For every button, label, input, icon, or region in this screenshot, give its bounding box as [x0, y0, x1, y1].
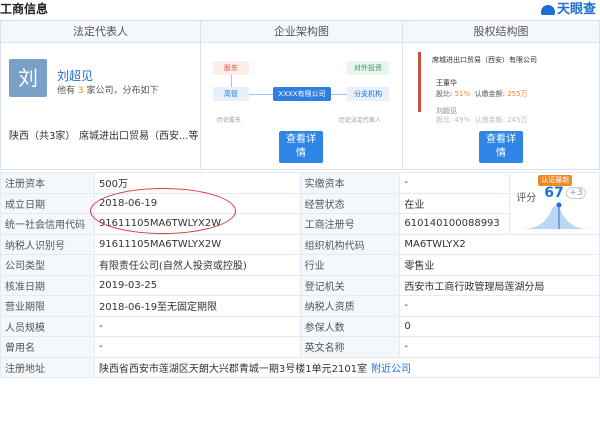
label-cell: 统一社会信用代码 [0, 213, 95, 235]
related-company[interactable]: 席城进出口贸易（西安...等 [79, 127, 199, 142]
address-value: 陕西省西安市莲湖区天朗大兴郡青城一期3号楼1单元2101室 [98, 363, 368, 375]
table-row: 曾用名 - 英文名称 - [0, 336, 600, 358]
score-distribution-chart [516, 202, 595, 229]
org-chart-heading: 企业架构图 [201, 21, 402, 43]
org-connector [331, 94, 347, 95]
avatar[interactable]: 刘 [9, 59, 47, 97]
label-cell: 实缴资本 [299, 172, 401, 194]
equity-company-name[interactable]: 席城进出口贸易（西安）有限公司 [432, 55, 537, 65]
summary-prefix: 他有 [57, 86, 76, 96]
table-row: 核准日期 2019-03-25 登记机关 西安市工商行政管理局莲湖分局 [0, 274, 600, 296]
value-cell: 在业 [399, 192, 511, 214]
highlight-circle [90, 188, 236, 234]
ratio-value: 51% [454, 90, 471, 98]
section-title: 工商信息 [0, 2, 49, 16]
equity-detail-label-1: 查看详 [486, 134, 516, 145]
label-cell: 组织机构代码 [299, 233, 401, 255]
table-row: 注册资本 500万 实缴资本 - 认证最新 评分 67 +3 [0, 172, 600, 235]
label-cell: 纳税人识别号 [0, 233, 95, 255]
brand-logo[interactable]: 天眼查 [540, 0, 596, 17]
label-cell: 英文名称 [299, 336, 401, 358]
label-cell: 注册资本 [0, 172, 95, 194]
executive-node: 高管 [213, 87, 249, 101]
label-cell: 公司类型 [0, 254, 95, 276]
ratio-value: 49% [454, 116, 471, 124]
score-point [556, 202, 562, 208]
label-cell: 工商注册号 [299, 213, 401, 235]
org-connector [231, 75, 232, 87]
label-cell: 参保人数 [299, 315, 401, 337]
company-node: XXXX有限公司 [273, 87, 331, 101]
legal-rep-panel: 法定代表人 刘 刘超见 他有 3 家公司，分布如下 陕西（共3家） 席城进出口贸… [1, 21, 201, 169]
shareholder-node: 股东 [213, 61, 249, 75]
value-cell: - [399, 295, 600, 317]
org-detail-button[interactable]: 查看详情 [279, 131, 323, 163]
label-cell: 核准日期 [0, 274, 95, 296]
region-count[interactable]: 陕西（共3家） [9, 127, 75, 142]
investment-node: 对外投资 [347, 61, 389, 75]
table-row: 纳税人识别号 91611105MA6TWLYX2W 组织机构代码 MA6TWLY… [0, 233, 600, 255]
branch-node: 分支机构 [347, 87, 389, 101]
value-cell: 有限责任公司(自然人投资或控股) [93, 254, 301, 276]
value-cell: 2018-06-19至无固定期限 [93, 295, 301, 317]
score-widget[interactable]: 认证最新 评分 67 +3 [511, 173, 599, 233]
value-cell: 2019-03-25 [93, 274, 301, 296]
table-row: 公司类型 有限责任公司(自然人投资或控股) 行业 零售业 [0, 254, 600, 276]
company-count[interactable]: 3 [78, 86, 84, 96]
value-cell: - [399, 336, 600, 358]
value-cell: - [93, 336, 301, 358]
equity-detail-label-2: 情 [496, 148, 506, 159]
org-chart-panel: 企业架构图 股东 高管 XXXX有限公司 对外投资 分支机构 历史股东 历史法定… [201, 21, 403, 169]
legal-rep-heading: 法定代表人 [1, 21, 200, 43]
nearby-companies-link[interactable]: 附近公司 [371, 364, 411, 375]
label-cell: 成立日期 [0, 192, 95, 214]
label-cell: 营业期限 [0, 295, 95, 317]
ratio-label: 股比: [436, 90, 453, 98]
value-cell: 91611105MA6TWLYX2W [93, 233, 301, 255]
label-cell: 登记机关 [299, 274, 401, 296]
label-cell: 曾用名 [0, 336, 95, 358]
address-cell: 陕西省西安市莲湖区天朗大兴郡青城一期3号楼1单元2101室 附近公司 [93, 356, 600, 378]
table-row: 注册地址 陕西省西安市莲湖区天朗大兴郡青城一期3号楼1单元2101室 附近公司 [0, 356, 600, 378]
value-cell: MA6TWLYX2 [399, 233, 600, 255]
equity-holder-2-stats: 股比: 49% 认缴金额: 245万 [436, 115, 528, 125]
amount-label: 认缴金额: [474, 90, 505, 98]
top-bar: 工商信息 天眼查 [0, 0, 600, 18]
label-cell: 人员规模 [0, 315, 95, 337]
score-plus-badge: +3 [566, 187, 586, 199]
value-cell: 0 [399, 315, 600, 337]
label-cell: 行业 [299, 254, 401, 276]
amount-value: 245万 [507, 116, 528, 124]
brand-name: 天眼查 [556, 2, 596, 17]
business-info-table: 注册资本 500万 实缴资本 - 认证最新 评分 67 +3 成立日期 2018… [0, 172, 600, 378]
history-shareholder-label: 历史股东 [217, 117, 242, 124]
value-cell: - [93, 315, 301, 337]
history-rep-label: 历史法定代表人 [339, 117, 382, 124]
equity-heading: 股权结构图 [403, 21, 599, 43]
equity-holder-1-stats: 股比: 51% 认缴金额: 255万 [436, 89, 528, 99]
org-detail-label-2: 情 [296, 148, 306, 159]
table-row: 人员规模 - 参保人数 0 [0, 315, 600, 337]
amount-value: 255万 [507, 90, 528, 98]
amount-label: 认缴金额: [474, 116, 505, 124]
label-cell: 纳税人资质 [299, 295, 401, 317]
score-curve [516, 205, 595, 229]
org-detail-label-1: 查看详 [286, 134, 316, 145]
label-cell: 经营状态 [299, 192, 401, 214]
org-connector [249, 94, 273, 95]
value-cell: 西安市工商行政管理局莲湖分局 [399, 274, 600, 296]
equity-detail-button[interactable]: 查看详情 [479, 131, 523, 163]
eye-logo-icon [540, 4, 555, 15]
legal-rep-name-link[interactable]: 刘超见 [57, 67, 93, 84]
ratio-label: 股比: [436, 116, 453, 124]
legal-rep-summary: 他有 3 家公司，分布如下 [57, 83, 159, 96]
value-cell: 零售业 [399, 254, 600, 276]
value-cell: 610140100088993 [399, 213, 511, 235]
value-cell: - [399, 172, 511, 194]
table-row: 营业期限 2018-06-19至无固定期限 纳税人资质 - [0, 295, 600, 317]
score-cell[interactable]: 认证最新 评分 67 +3 [509, 172, 600, 235]
label-cell: 注册地址 [0, 356, 95, 378]
equity-holder-1[interactable]: 王董华 [436, 78, 457, 88]
summary-suffix: 家公司，分布如下 [86, 86, 159, 96]
